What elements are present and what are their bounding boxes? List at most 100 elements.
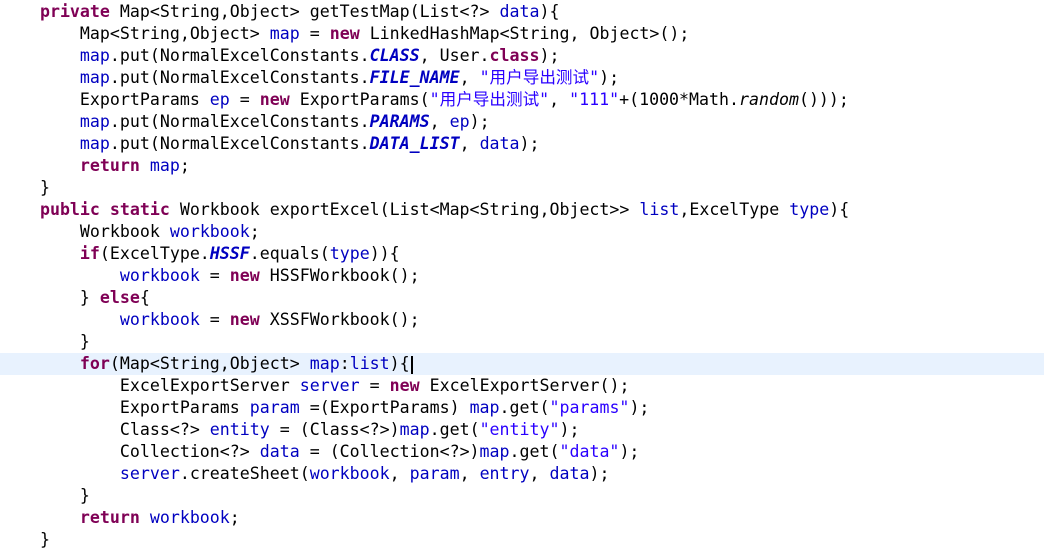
code-token: XSSFWorkbook(); [259, 310, 420, 329]
code-token: map [0, 68, 110, 87]
code-line[interactable]: Class<?> entity = (Class<?>)map.get("ent… [0, 419, 1044, 441]
code-token: data [479, 134, 520, 153]
code-token: new [229, 266, 260, 285]
code-token: DATA_LIST [369, 134, 460, 153]
code-token: HSSFWorkbook(); [259, 266, 420, 285]
code-token: =(ExportParams) [299, 398, 470, 417]
code-line[interactable]: } [0, 331, 1044, 353]
code-line[interactable]: Collection<?> data = (Collection<?>)map.… [0, 441, 1044, 463]
code-token: (Map<String,Object> [109, 354, 310, 373]
code-line[interactable]: ExportParams ep = new ExportParams("用户导出… [0, 89, 1044, 111]
code-token: ExportParams [0, 398, 250, 417]
code-line[interactable]: map.put(NormalExcelConstants.DATA_LIST, … [0, 133, 1044, 155]
code-token: FILE_NAME [369, 68, 460, 87]
code-token: map [269, 24, 300, 43]
code-token: CLASS [369, 46, 420, 65]
code-token: .put(NormalExcelConstants. [109, 134, 370, 153]
code-token: map [0, 112, 110, 131]
code-line[interactable]: for(Map<String,Object> map:list){ [0, 353, 1044, 375]
code-line[interactable]: map.put(NormalExcelConstants.CLASS, User… [0, 45, 1044, 67]
code-token: entry [479, 464, 530, 483]
code-token: workbook [0, 266, 200, 285]
code-token: "111" [569, 90, 620, 109]
code-token: = (Class<?>) [269, 420, 400, 439]
code-line[interactable]: } else{ [0, 287, 1044, 309]
code-token: (ExcelType. [99, 244, 210, 263]
code-token: "params" [549, 398, 630, 417]
code-token: if [0, 244, 100, 263]
code-token: Collection<?> [0, 442, 260, 461]
code-token: .createSheet( [179, 464, 310, 483]
code-token: .put(NormalExcelConstants. [109, 46, 370, 65]
code-line[interactable]: if(ExcelType.HSSF.equals(type)){ [0, 243, 1044, 265]
code-line[interactable]: workbook = new HSSFWorkbook(); [0, 265, 1044, 287]
code-token: server [299, 376, 360, 395]
code-token: workbook [149, 508, 230, 527]
code-line[interactable]: Map<String,Object> map = new LinkedHashM… [0, 23, 1044, 45]
code-token: ep [209, 90, 230, 109]
code-token: list [639, 200, 680, 219]
code-editor[interactable]: private Map<String,Object> getTestMap(Li… [0, 0, 1044, 549]
code-token: Workbook exportExcel(List<Map<String,Obj… [179, 200, 640, 219]
code-token: else [99, 288, 140, 307]
code-token: } [0, 486, 90, 505]
code-token: ; [179, 156, 190, 175]
code-token: ); [599, 68, 620, 87]
code-token: list [349, 354, 390, 373]
code-token: , [429, 112, 450, 131]
code-token: ); [519, 134, 540, 153]
code-token: server [0, 464, 180, 483]
code-token: map [399, 420, 430, 439]
code-line[interactable]: Workbook workbook; [0, 221, 1044, 243]
code-token: workbook [309, 464, 390, 483]
code-token: = [199, 310, 230, 329]
code-line[interactable]: private Map<String,Object> getTestMap(Li… [0, 1, 1044, 23]
code-token: ExcelExportServer(); [419, 376, 630, 395]
code-token: private [0, 2, 120, 21]
code-token: map [149, 156, 180, 175]
code-token: Map<String,Object> [0, 24, 270, 43]
code-token: data [499, 2, 540, 21]
code-line[interactable]: public static Workbook exportExcel(List<… [0, 199, 1044, 221]
code-token: ); [559, 420, 580, 439]
code-token: +(1000*Math. [619, 90, 739, 109]
code-token: new [329, 24, 360, 43]
code-token: type [789, 200, 830, 219]
code-line[interactable]: } [0, 485, 1044, 507]
code-token: , User. [419, 46, 490, 65]
code-line[interactable]: workbook = new XSSFWorkbook(); [0, 309, 1044, 331]
code-token: = [199, 266, 230, 285]
code-token: new [229, 310, 260, 329]
code-token: map [469, 398, 500, 417]
code-line[interactable]: } [0, 177, 1044, 199]
code-token: , [459, 134, 480, 153]
code-token: ; [229, 508, 240, 527]
code-token: ep [449, 112, 470, 131]
code-token: ); [629, 398, 650, 417]
code-token: return [0, 156, 150, 175]
code-line[interactable]: ExcelExportServer server = new ExcelExpo… [0, 375, 1044, 397]
code-token: } [0, 288, 100, 307]
code-token: class [489, 46, 540, 65]
code-line[interactable]: return map; [0, 155, 1044, 177]
code-token: ; [249, 222, 260, 241]
code-token: ,ExcelType [679, 200, 790, 219]
code-token: .put(NormalExcelConstants. [109, 112, 370, 131]
code-token: ); [619, 442, 640, 461]
code-token: map [479, 442, 510, 461]
code-line[interactable]: ExportParams param =(ExportParams) map.g… [0, 397, 1044, 419]
code-token: , [459, 68, 480, 87]
code-line[interactable]: map.put(NormalExcelConstants.FILE_NAME, … [0, 67, 1044, 89]
code-line[interactable]: return workbook; [0, 507, 1044, 529]
code-token: Map<String,Object> getTestMap(List<?> [119, 2, 500, 21]
code-line[interactable]: server.createSheet(workbook, param, entr… [0, 463, 1044, 485]
code-token: PARAMS [369, 112, 430, 131]
code-token: LinkedHashMap<String, Object>(); [359, 24, 690, 43]
code-token: param [409, 464, 460, 483]
code-token: .get( [429, 420, 480, 439]
code-token: , [529, 464, 550, 483]
code-line[interactable]: map.put(NormalExcelConstants.PARAMS, ep)… [0, 111, 1044, 133]
code-token: entity [209, 420, 270, 439]
code-token: .get( [509, 442, 560, 461]
code-token: ); [539, 46, 560, 65]
